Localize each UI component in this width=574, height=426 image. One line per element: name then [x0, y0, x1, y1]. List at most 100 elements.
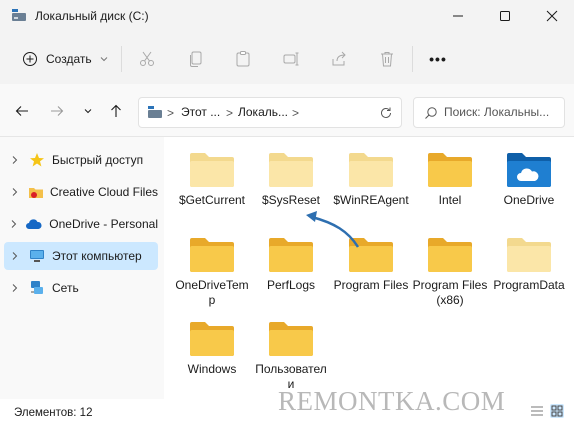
onedrive-folder-icon: [507, 153, 551, 187]
folder-item[interactable]: Пользователи: [252, 320, 330, 392]
sidebar-item-network[interactable]: Сеть: [4, 274, 158, 302]
back-button[interactable]: [12, 100, 32, 122]
folder-name: OneDrive: [503, 193, 555, 207]
paste-icon: [236, 51, 250, 67]
folder-item[interactable]: $SysReset: [252, 151, 330, 208]
close-button[interactable]: [528, 0, 574, 32]
chevron-right-icon[interactable]: [8, 187, 21, 197]
refresh-button[interactable]: [379, 106, 393, 120]
refresh-icon: [381, 107, 391, 118]
rename-button[interactable]: [278, 46, 304, 72]
folder-item[interactable]: OneDriveTemp: [173, 236, 251, 308]
network-icon: [28, 280, 46, 296]
folder-item[interactable]: Windows: [173, 320, 251, 377]
chevron-right-icon[interactable]: [8, 283, 22, 293]
up-button[interactable]: [106, 100, 126, 122]
creative-cloud-icon: [27, 184, 44, 200]
breadcrumb-separator: >: [292, 106, 300, 120]
grid-view-icon: [551, 405, 563, 417]
cloud-icon: [25, 216, 43, 232]
sidebar-item-onedrive[interactable]: OneDrive - Personal: [4, 210, 158, 238]
forward-button[interactable]: [47, 100, 67, 122]
folder-icon: [349, 153, 393, 187]
chevron-down-icon: [100, 57, 107, 62]
folder-name: ProgramData: [493, 278, 565, 292]
breadcrumb-separator: >: [226, 106, 234, 120]
annotation-arrow-icon: [306, 211, 360, 248]
address-bar[interactable]: > Этот ... > Локаль... >: [138, 97, 402, 128]
folder-name: Intel: [438, 193, 462, 207]
share-icon: [332, 51, 346, 66]
computer-icon: [28, 248, 46, 264]
breadcrumb-local-disk[interactable]: Локаль...: [238, 105, 288, 119]
create-button[interactable]: Создать: [12, 44, 116, 74]
tiles-view-button[interactable]: [550, 404, 564, 418]
folder-name: Windows: [187, 362, 237, 376]
sidebar-item-label: Этот компьютер: [52, 249, 142, 263]
delete-icon: [381, 52, 393, 67]
minimize-button[interactable]: [434, 0, 481, 32]
breadcrumb-this-pc[interactable]: Этот ...: [181, 105, 220, 119]
drive-icon: [11, 8, 27, 22]
window-title: Локальный диск (C:): [35, 9, 149, 23]
folder-item[interactable]: $GetCurrent: [173, 151, 251, 208]
sidebar-item-label: Creative Cloud Files: [49, 185, 158, 199]
folder-item[interactable]: OneDrive: [490, 151, 568, 208]
search-icon: [425, 107, 437, 119]
cut-button[interactable]: [134, 46, 160, 72]
sidebar-item-quick-access[interactable]: Быстрый доступ: [4, 146, 158, 174]
folder-item[interactable]: Intel: [411, 151, 489, 208]
folder-name: Program Files: [333, 278, 409, 292]
folder-name: Program Files (x86): [412, 278, 488, 307]
sidebar-item-creative-cloud[interactable]: Creative Cloud Files: [4, 178, 158, 206]
sidebar-item-this-pc[interactable]: Этот компьютер: [4, 242, 158, 270]
search-input[interactable]: Поиск: Локальны...: [444, 105, 549, 119]
search-box[interactable]: Поиск: Локальны...: [413, 97, 565, 128]
sidebar-item-label: Быстрый доступ: [52, 153, 144, 167]
minimize-icon: [452, 15, 463, 17]
chevron-right-icon[interactable]: [8, 155, 22, 165]
folder-icon: [269, 153, 313, 187]
folder-icon: [428, 153, 472, 187]
create-label: Создать: [46, 52, 92, 66]
chevron-right-icon[interactable]: [8, 251, 22, 261]
more-options-button[interactable]: •••: [424, 48, 452, 70]
toolbar-divider: [121, 46, 122, 72]
toolbar-divider: [412, 46, 413, 72]
close-icon: [546, 10, 557, 22]
arrow-up-icon: [111, 104, 121, 117]
plus-circle-icon: [23, 52, 37, 66]
folder-item[interactable]: Program Files (x86): [411, 236, 489, 308]
rename-icon: [283, 52, 299, 66]
computer-icon: [147, 105, 163, 119]
folder-icon: [190, 238, 234, 272]
arrow-right-icon: [51, 106, 64, 116]
recent-locations-button[interactable]: [78, 100, 98, 122]
share-button[interactable]: [326, 46, 352, 72]
maximize-icon: [499, 11, 510, 21]
details-view-button[interactable]: [530, 404, 544, 418]
folder-item[interactable]: $WinREAgent: [332, 151, 410, 208]
folder-icon: [428, 238, 472, 272]
copy-button[interactable]: [183, 46, 209, 72]
item-count: Элементов: 12: [14, 407, 93, 419]
arrow-left-icon: [15, 106, 28, 116]
copy-icon: [190, 51, 202, 67]
chevron-down-icon: [84, 109, 92, 114]
chevron-right-icon[interactable]: [8, 219, 19, 229]
folder-icon: [190, 153, 234, 187]
folder-icon: [269, 322, 313, 356]
folder-name: PerfLogs: [266, 278, 316, 292]
sidebar-item-label: Сеть: [52, 281, 79, 295]
cut-icon: [140, 51, 154, 66]
watermark: REMONTKA.COM: [278, 386, 506, 416]
sidebar-item-label: OneDrive - Personal: [49, 217, 158, 231]
folder-icon: [190, 322, 234, 356]
folder-icon: [507, 238, 551, 272]
breadcrumb-separator: >: [167, 106, 175, 120]
folder-item[interactable]: ProgramData: [490, 236, 568, 293]
delete-button[interactable]: [374, 46, 400, 72]
maximize-button[interactable]: [481, 0, 528, 32]
paste-button[interactable]: [230, 46, 256, 72]
folder-name: OneDriveTemp: [175, 278, 249, 307]
